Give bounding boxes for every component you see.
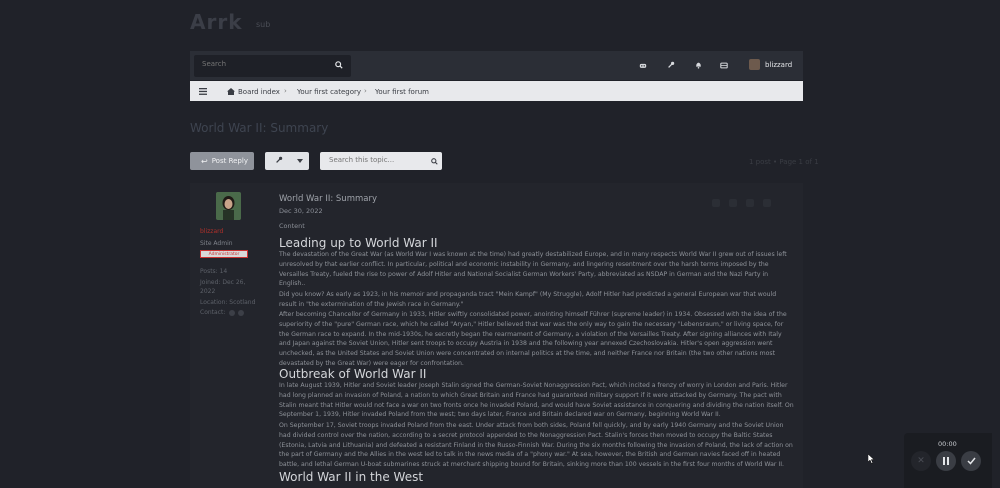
site-subtitle: sub <box>256 20 271 29</box>
hamburger-menu-icon[interactable] <box>198 86 208 96</box>
section-heading: Outbreak of World War II <box>279 367 427 381</box>
post-paragraph: In late August 1939, Hitler and Soviet l… <box>279 382 794 419</box>
post-subject[interactable]: World War II: Summary <box>279 194 377 204</box>
author-contact: Contact: <box>200 309 226 316</box>
breadcrumb-category[interactable]: Your first category <box>297 88 361 96</box>
breadcrumb-separator: › <box>364 87 367 95</box>
faq-icon[interactable] <box>638 60 648 70</box>
check-icon <box>966 457 976 465</box>
warn-icon[interactable] <box>729 199 737 207</box>
search-icon[interactable] <box>429 156 439 166</box>
site-logo[interactable]: Arrk <box>190 10 243 34</box>
pause-icon <box>943 457 949 465</box>
mouse-cursor-icon <box>867 449 875 468</box>
confirm-button[interactable] <box>961 451 981 471</box>
user-avatar[interactable] <box>749 59 760 70</box>
info-icon[interactable] <box>746 199 754 207</box>
page-title[interactable]: World War II: Summary <box>190 121 328 135</box>
home-icon <box>226 87 235 95</box>
author-joined: Joined: Dec 26, <box>200 279 246 286</box>
stop-button[interactable]: ✕ <box>911 451 931 471</box>
player-time: 00:00 <box>938 440 957 448</box>
author-posts[interactable]: Posts: 14 <box>200 268 227 276</box>
quote-icon[interactable] <box>763 199 771 207</box>
reply-icon: ↩ <box>201 156 208 166</box>
bell-icon[interactable] <box>693 60 703 70</box>
topic-tools-button[interactable] <box>265 152 309 170</box>
post-date: Dec 30, 2022 <box>279 207 323 215</box>
contact-icon[interactable] <box>229 310 235 316</box>
chevron-down-icon <box>297 157 303 165</box>
inbox-icon[interactable] <box>719 60 729 70</box>
post-paragraph: After becoming Chancellor of Germany in … <box>279 311 787 367</box>
author-name[interactable]: blizzard <box>200 228 223 235</box>
section-heading: Leading up to World War II <box>279 236 438 250</box>
post-content-label: Content <box>279 222 305 230</box>
post-reply-button[interactable]: ↩ Post Reply <box>190 152 254 170</box>
author-avatar[interactable] <box>216 192 241 220</box>
search-input[interactable] <box>202 60 322 68</box>
report-icon[interactable] <box>712 199 720 207</box>
breadcrumb-board-index[interactable]: Board index <box>238 88 280 96</box>
post-paragraph: Did you know? As early as 1923, in his m… <box>279 291 777 308</box>
post-reply-label: Post Reply <box>211 157 248 165</box>
section-heading: World War II in the West <box>279 470 424 484</box>
pause-button[interactable] <box>936 451 956 471</box>
wrench-icon[interactable] <box>666 60 676 70</box>
author-rank: Site Admin <box>200 240 233 247</box>
wrench-icon <box>275 156 283 166</box>
breadcrumb-forum[interactable]: Your first forum <box>375 88 429 96</box>
user-menu-name[interactable]: blizzard <box>765 61 792 69</box>
rank-badge: Administrator <box>200 250 248 258</box>
post-count: 1 post • Page 1 of 1 <box>749 158 819 166</box>
post-paragraph: The devastation of the Great War (as Wor… <box>279 251 787 288</box>
close-icon: ✕ <box>917 456 925 466</box>
topic-search-input[interactable] <box>329 156 425 164</box>
post-paragraph: On September 17, Soviet troops invaded P… <box>279 422 793 469</box>
breadcrumb <box>190 81 803 101</box>
author-joined-year: 2022 <box>200 288 216 295</box>
breadcrumb-separator: › <box>284 87 287 95</box>
contact-dropdown-icon[interactable] <box>238 310 244 316</box>
author-location: Location: Scotland <box>200 299 256 306</box>
search-icon[interactable] <box>334 59 344 71</box>
